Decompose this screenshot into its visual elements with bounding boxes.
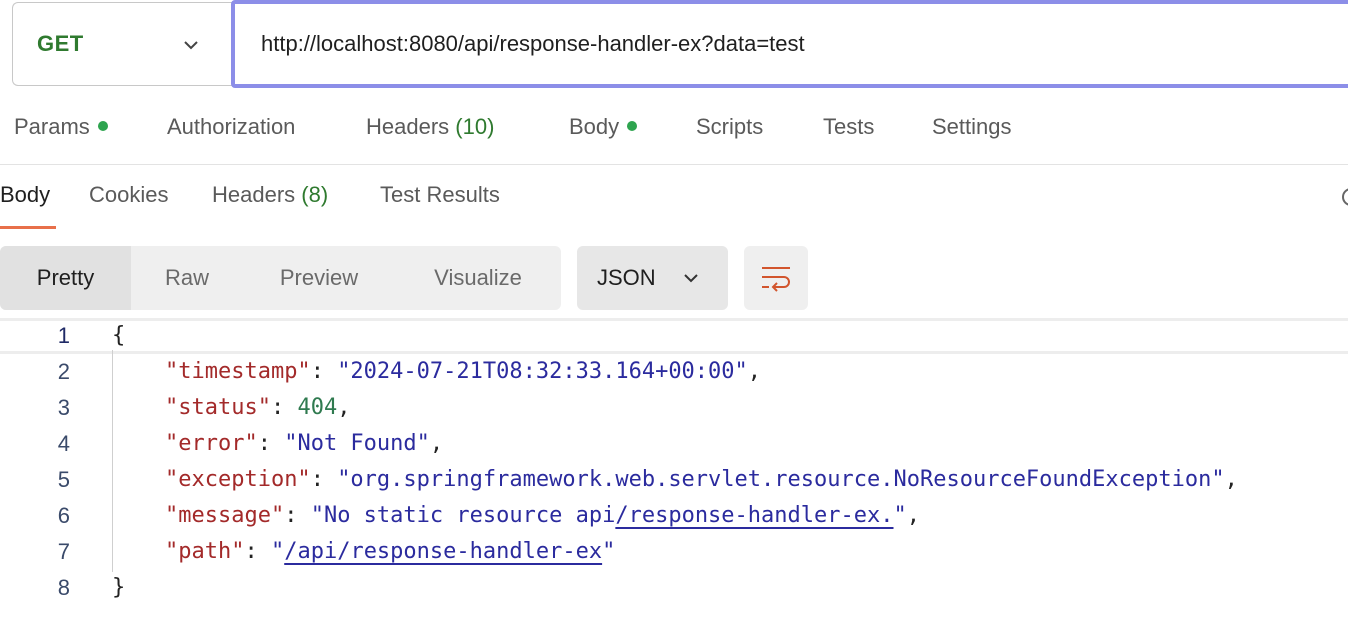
wrap-lines-button[interactable]	[744, 246, 808, 310]
json-value: "org.springframework.web.servlet.resourc…	[337, 467, 1225, 492]
json-value-end: "	[602, 539, 616, 564]
tab-authorization-label: Authorization	[167, 114, 296, 139]
json-key: "status"	[164, 395, 271, 420]
tab-tests-label: Tests	[823, 114, 875, 139]
method-select[interactable]: GET	[12, 2, 234, 86]
tab-settings-label: Settings	[932, 114, 1012, 139]
json-value: "2024-07-21T08:32:33.164+00:00"	[337, 359, 748, 384]
view-raw-label: Raw	[164, 265, 209, 290]
method-label: GET	[37, 31, 84, 56]
code-line: 1 {	[0, 318, 1348, 354]
code-line: 8 }	[0, 570, 1348, 606]
tab-settings[interactable]: Settings	[932, 114, 1012, 140]
tab-headers-label: Headers	[366, 114, 450, 139]
code-text: "path": "/api/response-handler-ex"	[164, 539, 616, 564]
tab-cookies-label: Cookies	[89, 182, 169, 207]
tab-params-label: Params	[14, 114, 90, 139]
json-link[interactable]: /api/response-handler-ex	[284, 539, 602, 564]
tab-body[interactable]: Body	[569, 114, 638, 140]
clock-icon[interactable]	[1340, 186, 1348, 208]
code-line: 3 "status": 404,	[0, 390, 1348, 426]
json-key: "error"	[164, 431, 258, 456]
tab-response-body-label: Body	[0, 182, 51, 207]
code-text: "message": "No static resource api/respo…	[164, 503, 920, 528]
json-key: "timestamp"	[164, 359, 311, 384]
line-number: 7	[57, 539, 70, 564]
json-key: "path"	[164, 539, 245, 564]
tab-headers[interactable]: Headers (10)	[366, 114, 494, 140]
line-number: 8	[57, 575, 70, 600]
view-pretty-button[interactable]: Pretty	[0, 246, 131, 310]
line-number: 1	[57, 323, 70, 348]
code-text: "timestamp": "2024-07-21T08:32:33.164+00…	[164, 359, 762, 384]
json-key: "exception"	[164, 467, 311, 492]
line-number: 6	[57, 503, 70, 528]
tab-cookies[interactable]: Cookies	[89, 182, 168, 208]
view-preview-label: Preview	[279, 265, 359, 290]
json-value: "No static resource api	[310, 503, 616, 528]
code-text: "status": 404,	[164, 395, 351, 420]
headers-count: (10)	[455, 114, 495, 139]
response-headers-count: (8)	[301, 182, 329, 207]
tab-test-results-label: Test Results	[380, 182, 500, 207]
code-line: 7 "path": "/api/response-handler-ex"	[0, 534, 1348, 570]
tab-scripts-label: Scripts	[696, 114, 764, 139]
response-body-viewer[interactable]: 1 { 2 "timestamp": "2024-07-21T08:32:33.…	[0, 318, 1348, 618]
code-line: 2 "timestamp": "2024-07-21T08:32:33.164+…	[0, 354, 1348, 390]
tab-scripts[interactable]: Scripts	[696, 114, 763, 140]
view-visualize-label: Visualize	[434, 265, 522, 290]
view-mode-control: Pretty Raw Preview Visualize	[0, 246, 561, 310]
line-number: 5	[57, 467, 70, 492]
indent-guide	[112, 350, 113, 572]
url-input[interactable]: http://localhost:8080/api/response-handl…	[231, 0, 1348, 88]
format-label: JSON	[597, 265, 656, 290]
json-value: 404	[297, 395, 338, 420]
view-preview-button[interactable]: Preview	[243, 246, 395, 310]
chevron-down-icon	[684, 274, 698, 283]
line-number: 3	[57, 395, 70, 420]
json-value: "	[270, 539, 285, 564]
code-text: "exception": "org.springframework.web.se…	[164, 467, 1238, 492]
divider	[0, 164, 1348, 165]
active-tab-indicator	[0, 226, 56, 229]
json-value-end: "	[893, 503, 907, 528]
view-raw-button[interactable]: Raw	[131, 246, 243, 310]
code-text: "error": "Not Found",	[164, 431, 444, 456]
tab-response-headers[interactable]: Headers (8)	[212, 182, 328, 208]
line-number: 4	[57, 431, 70, 456]
url-text: http://localhost:8080/api/response-handl…	[261, 31, 805, 56]
json-link[interactable]: /response-handler-ex.	[615, 503, 893, 528]
code-text: {	[112, 323, 126, 348]
response-tabs: Body Cookies Headers (8) Test Results	[0, 182, 1348, 230]
line-number: 2	[57, 359, 70, 384]
tab-response-headers-label: Headers	[212, 182, 296, 207]
view-visualize-button[interactable]: Visualize	[395, 246, 561, 310]
code-line: 6 "message": "No static resource api/res…	[0, 498, 1348, 534]
tab-authorization[interactable]: Authorization	[167, 114, 295, 140]
status-dot	[97, 121, 108, 132]
format-select[interactable]: JSON	[577, 246, 728, 310]
tab-tests[interactable]: Tests	[823, 114, 874, 140]
code-line: 4 "error": "Not Found",	[0, 426, 1348, 462]
json-key: "message"	[164, 503, 285, 528]
code-line: 5 "exception": "org.springframework.web.…	[0, 462, 1348, 498]
view-pretty-label: Pretty	[36, 265, 95, 290]
code-text: }	[112, 575, 126, 600]
tab-params[interactable]: Params	[14, 114, 108, 140]
chevron-down-icon	[184, 41, 198, 50]
tab-body-label: Body	[569, 114, 620, 139]
tab-test-results[interactable]: Test Results	[380, 182, 500, 208]
status-dot	[627, 121, 638, 132]
tab-response-body[interactable]: Body	[0, 182, 50, 208]
request-tabs: Params Authorization Headers (10) Body S…	[0, 114, 1348, 150]
wrap-lines-icon	[762, 267, 790, 292]
json-value: "Not Found"	[284, 431, 430, 456]
